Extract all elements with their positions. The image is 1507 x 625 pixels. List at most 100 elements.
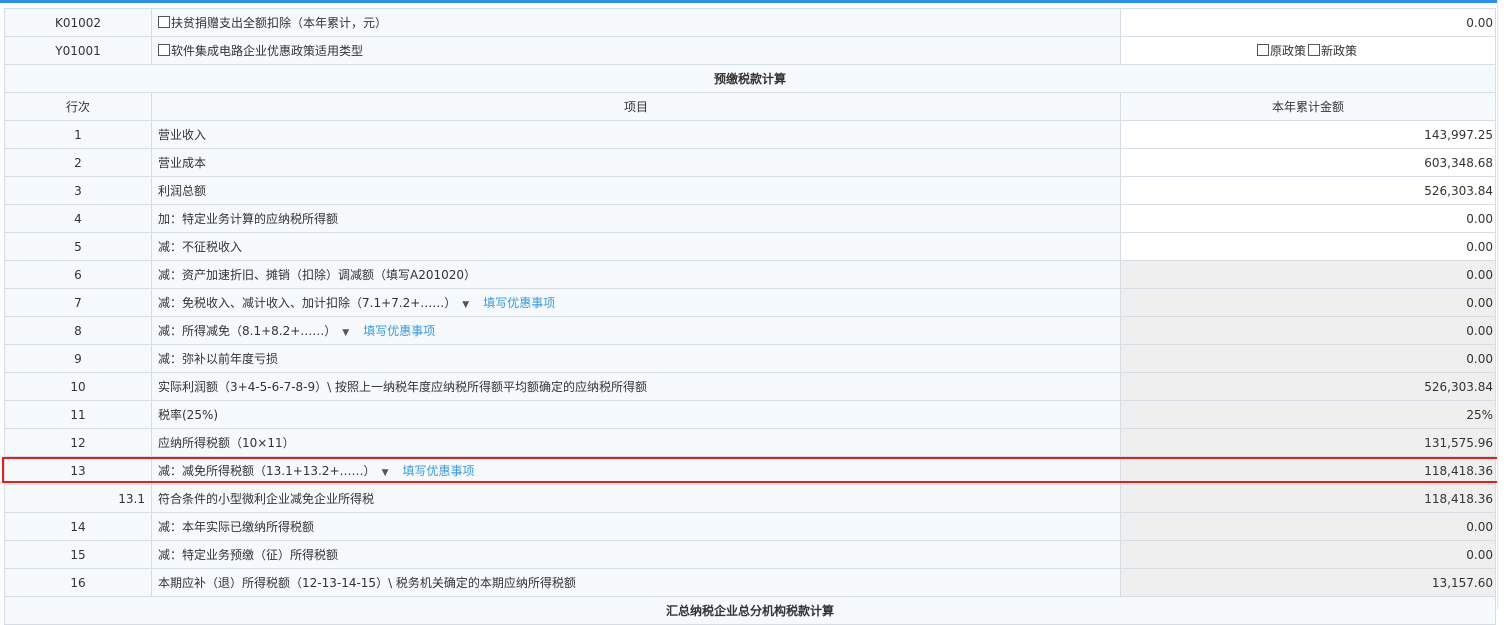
row-number: 9 <box>4 344 152 373</box>
table-row: 13.1 符合条件的小型微利企业减免企业所得税 118,418.36 <box>4 484 1496 513</box>
row-label-cell: 减：免税收入、减计收入、加计扣除（7.1+7.2+……） ▼ 填写优惠事项 <box>151 288 1121 317</box>
column-header-row: 行次 项目 本年累计金额 <box>4 92 1496 121</box>
checkbox-icon[interactable] <box>158 44 170 56</box>
table-row: 8 减：所得减免（8.1+8.2+……） ▼ 填写优惠事项 0.00 <box>4 316 1496 345</box>
option-label-new-policy: 新政策 <box>1321 44 1358 58</box>
caret-down-icon[interactable]: ▼ <box>462 300 469 310</box>
caret-down-icon[interactable]: ▼ <box>382 468 389 478</box>
row-value-readonly: 0.00 <box>1120 316 1496 345</box>
table-row: 11 税率(25%) 25% <box>4 400 1496 429</box>
table-row: 12 应纳所得税额（10×11） 131,575.96 <box>4 428 1496 457</box>
table-row: 14 减：本年实际已缴纳所得税额 0.00 <box>4 512 1496 541</box>
table-row: 2 营业成本 603,348.68 <box>4 148 1496 177</box>
row-label: 营业成本 <box>151 148 1121 177</box>
row-label-cell: 扶贫捐赠支出全额扣除（本年累计，元） <box>151 8 1121 37</box>
row-number: 7 <box>4 288 152 317</box>
row-code: Y01001 <box>4 36 152 65</box>
row-label-cell: 减：减免所得税额（13.1+13.2+……） ▼ 填写优惠事项 <box>151 456 1121 485</box>
table-row: 10 实际利润额（3+4-5-6-7-8-9）\ 按照上一纳税年度应纳税所得额平… <box>4 372 1496 401</box>
row-label: 营业收入 <box>151 120 1121 149</box>
table-row: 6 减：资产加速折旧、摊销（扣除）调减额（填写A201020） 0.00 <box>4 260 1496 289</box>
row-label: 减：弥补以前年度亏损 <box>151 344 1121 373</box>
row-number: 11 <box>4 400 152 429</box>
next-section-title: 汇总纳税企业总分机构税款计算 <box>4 596 1496 625</box>
row-value-input[interactable]: 603,348.68 <box>1120 148 1496 177</box>
row-value-input[interactable]: 0.00 <box>1120 8 1496 37</box>
row-value-input[interactable]: 143,997.25 <box>1120 120 1496 149</box>
row-value-readonly: 131,575.96 <box>1120 428 1496 457</box>
table-row: 1 营业收入 143,997.25 <box>4 120 1496 149</box>
column-header-amount: 本年累计金额 <box>1120 92 1496 121</box>
row-label: 减：免税收入、减计收入、加计扣除（7.1+7.2+……） <box>158 296 457 310</box>
row-value-readonly: 0.00 <box>1120 512 1496 541</box>
row-number: 14 <box>4 512 152 541</box>
fill-preference-link[interactable]: 填写优惠事项 <box>363 324 435 338</box>
row-label: 扶贫捐赠支出全额扣除（本年累计，元） <box>171 16 388 30</box>
section-header-row: 预缴税款计算 <box>4 64 1496 93</box>
tax-prepay-table: K01002 扶贫捐赠支出全额扣除（本年累计，元） 0.00 Y01001 软件… <box>4 8 1496 625</box>
row-code: K01002 <box>4 8 152 37</box>
row-label: 减：本年实际已缴纳所得税额 <box>151 512 1121 541</box>
row-number: 12 <box>4 428 152 457</box>
row-number: 2 <box>4 148 152 177</box>
option-label-original-policy: 原政策 <box>1269 44 1306 58</box>
row-value-readonly: 0.00 <box>1120 288 1496 317</box>
row-value-readonly: 25% <box>1120 400 1496 429</box>
top-accent-bar <box>0 0 1507 3</box>
row-number: 10 <box>4 372 152 401</box>
row-value-readonly: 118,418.36 <box>1120 484 1496 513</box>
row-value-readonly: 526,303.84 <box>1120 372 1496 401</box>
table-row: 15 减：特定业务预缴（征）所得税额 0.00 <box>4 540 1496 569</box>
checkbox-icon[interactable] <box>158 16 170 28</box>
row-label: 税率(25%) <box>151 400 1121 429</box>
checkbox-icon[interactable] <box>1308 44 1320 56</box>
row-label: 本期应补（退）所得税额（12-13-14-15）\ 税务机关确定的本期应纳所得税… <box>151 568 1121 597</box>
caret-down-icon[interactable]: ▼ <box>342 328 349 338</box>
table-row: 9 减：弥补以前年度亏损 0.00 <box>4 344 1496 373</box>
row-value-readonly: 0.00 <box>1120 344 1496 373</box>
row-number: 15 <box>4 540 152 569</box>
row-label: 减：资产加速折旧、摊销（扣除）调减额（填写A201020） <box>151 260 1121 289</box>
row-number: 6 <box>4 260 152 289</box>
row-number: 13 <box>4 456 152 485</box>
table-row: 7 减：免税收入、减计收入、加计扣除（7.1+7.2+……） ▼ 填写优惠事项 0.… <box>4 288 1496 317</box>
column-header-no: 行次 <box>4 92 152 121</box>
row-label: 减：所得减免（8.1+8.2+……） <box>158 324 337 338</box>
row-value-input[interactable]: 0.00 <box>1120 204 1496 233</box>
row-value-input[interactable]: 0.00 <box>1120 232 1496 261</box>
table-row: 3 利润总额 526,303.84 <box>4 176 1496 205</box>
scrollbar-track[interactable] <box>1497 0 1507 610</box>
row-value-readonly: 118,418.36 <box>1120 456 1496 485</box>
row-label: 符合条件的小型微利企业减免企业所得税 <box>151 484 1121 513</box>
section-title: 预缴税款计算 <box>4 64 1496 93</box>
fill-preference-link[interactable]: 填写优惠事项 <box>402 464 474 478</box>
row-label: 应纳所得税额（10×11） <box>151 428 1121 457</box>
row-number: 5 <box>4 232 152 261</box>
row-number: 8 <box>4 316 152 345</box>
row-label: 减：特定业务预缴（征）所得税额 <box>151 540 1121 569</box>
row-label-cell: 减：所得减免（8.1+8.2+……） ▼ 填写优惠事项 <box>151 316 1121 345</box>
row-label: 减：不征税收入 <box>151 232 1121 261</box>
table-row-highlighted: 13 减：减免所得税额（13.1+13.2+……） ▼ 填写优惠事项 118,418… <box>4 456 1496 485</box>
table-row: 4 加：特定业务计算的应纳税所得额 0.00 <box>4 204 1496 233</box>
row-label: 软件集成电路企业优惠政策适用类型 <box>171 44 364 58</box>
row-number: 1 <box>4 120 152 149</box>
next-section-header-row: 汇总纳税企业总分机构税款计算 <box>4 596 1496 625</box>
row-label: 减：减免所得税额（13.1+13.2+……） <box>158 464 376 478</box>
row-number: 3 <box>4 176 152 205</box>
table-row: 16 本期应补（退）所得税额（12-13-14-15）\ 税务机关确定的本期应纳… <box>4 568 1496 597</box>
row-value-readonly: 0.00 <box>1120 540 1496 569</box>
table-row: 5 减：不征税收入 0.00 <box>4 232 1496 261</box>
row-number: 4 <box>4 204 152 233</box>
row-label: 加：特定业务计算的应纳税所得额 <box>151 204 1121 233</box>
row-label: 利润总额 <box>151 176 1121 205</box>
row-value-readonly: 0.00 <box>1120 260 1496 289</box>
row-label: 实际利润额（3+4-5-6-7-8-9）\ 按照上一纳税年度应纳税所得额平均额确… <box>151 372 1121 401</box>
row-y01001: Y01001 软件集成电路企业优惠政策适用类型 原政策 新政策 <box>4 36 1496 65</box>
row-value-input[interactable]: 526,303.84 <box>1120 176 1496 205</box>
fill-preference-link[interactable]: 填写优惠事项 <box>483 296 555 310</box>
checkbox-icon[interactable] <box>1256 44 1269 56</box>
row-number: 13.1 <box>4 484 152 513</box>
row-k01002: K01002 扶贫捐赠支出全额扣除（本年累计，元） 0.00 <box>4 8 1496 37</box>
row-value-readonly: 13,157.60 <box>1120 568 1496 597</box>
